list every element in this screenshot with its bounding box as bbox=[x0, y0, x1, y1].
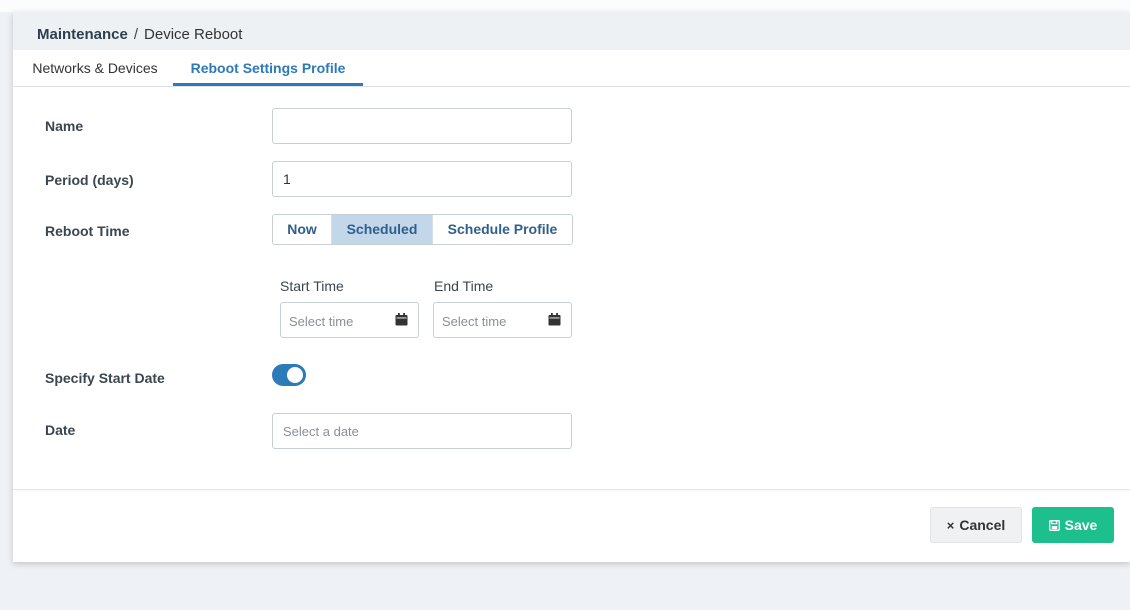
end-time-placeholder: Select time bbox=[442, 314, 507, 329]
date-label: Date bbox=[45, 422, 76, 438]
footer-divider bbox=[13, 489, 1130, 490]
save-icon bbox=[1048, 519, 1060, 531]
close-icon: × bbox=[946, 517, 955, 533]
save-label: Save bbox=[1064, 517, 1098, 533]
toggle-knob bbox=[287, 367, 303, 383]
reboot-now-button[interactable]: Now bbox=[273, 215, 332, 244]
start-time-placeholder: Select time bbox=[289, 314, 354, 329]
reboot-schedule-profile-button[interactable]: Schedule Profile bbox=[433, 215, 572, 244]
tab-bar: Networks & Devices Reboot Settings Profi… bbox=[13, 50, 1130, 87]
tab-networks-devices[interactable]: Networks & Devices bbox=[30, 50, 160, 86]
calendar-icon bbox=[548, 313, 561, 326]
cancel-button[interactable]: × Cancel bbox=[930, 507, 1022, 543]
end-time-picker[interactable]: Select time bbox=[433, 302, 572, 338]
breadcrumb-current: Device Reboot bbox=[144, 26, 243, 43]
start-time-label: Start Time bbox=[280, 278, 344, 294]
tab-reboot-settings-profile[interactable]: Reboot Settings Profile bbox=[173, 50, 363, 86]
reboot-time-label: Reboot Time bbox=[45, 223, 130, 239]
main-panel: Maintenance / Device Reboot Networks & Dev… bbox=[13, 12, 1130, 562]
reboot-time-segmented-control: Now Scheduled Schedule Profile bbox=[272, 214, 573, 245]
name-input[interactable] bbox=[272, 108, 572, 144]
period-input[interactable] bbox=[272, 161, 572, 197]
top-strip bbox=[0, 0, 1130, 12]
cancel-label: Cancel bbox=[959, 517, 1006, 533]
breadcrumb-separator: / bbox=[133, 26, 139, 43]
name-label: Name bbox=[45, 118, 84, 134]
reboot-scheduled-button[interactable]: Scheduled bbox=[332, 215, 433, 244]
end-time-label: End Time bbox=[434, 278, 494, 294]
save-button[interactable]: Save bbox=[1032, 507, 1114, 543]
breadcrumb: Maintenance / Device Reboot bbox=[13, 12, 1130, 50]
start-time-picker[interactable]: Select time bbox=[280, 302, 419, 338]
date-input[interactable] bbox=[272, 413, 572, 449]
breadcrumb-main: Maintenance bbox=[37, 26, 128, 43]
specify-start-date-label: Specify Start Date bbox=[45, 370, 165, 386]
calendar-icon bbox=[395, 313, 408, 326]
specify-start-date-toggle[interactable] bbox=[272, 364, 306, 386]
period-label: Period (days) bbox=[45, 172, 134, 188]
